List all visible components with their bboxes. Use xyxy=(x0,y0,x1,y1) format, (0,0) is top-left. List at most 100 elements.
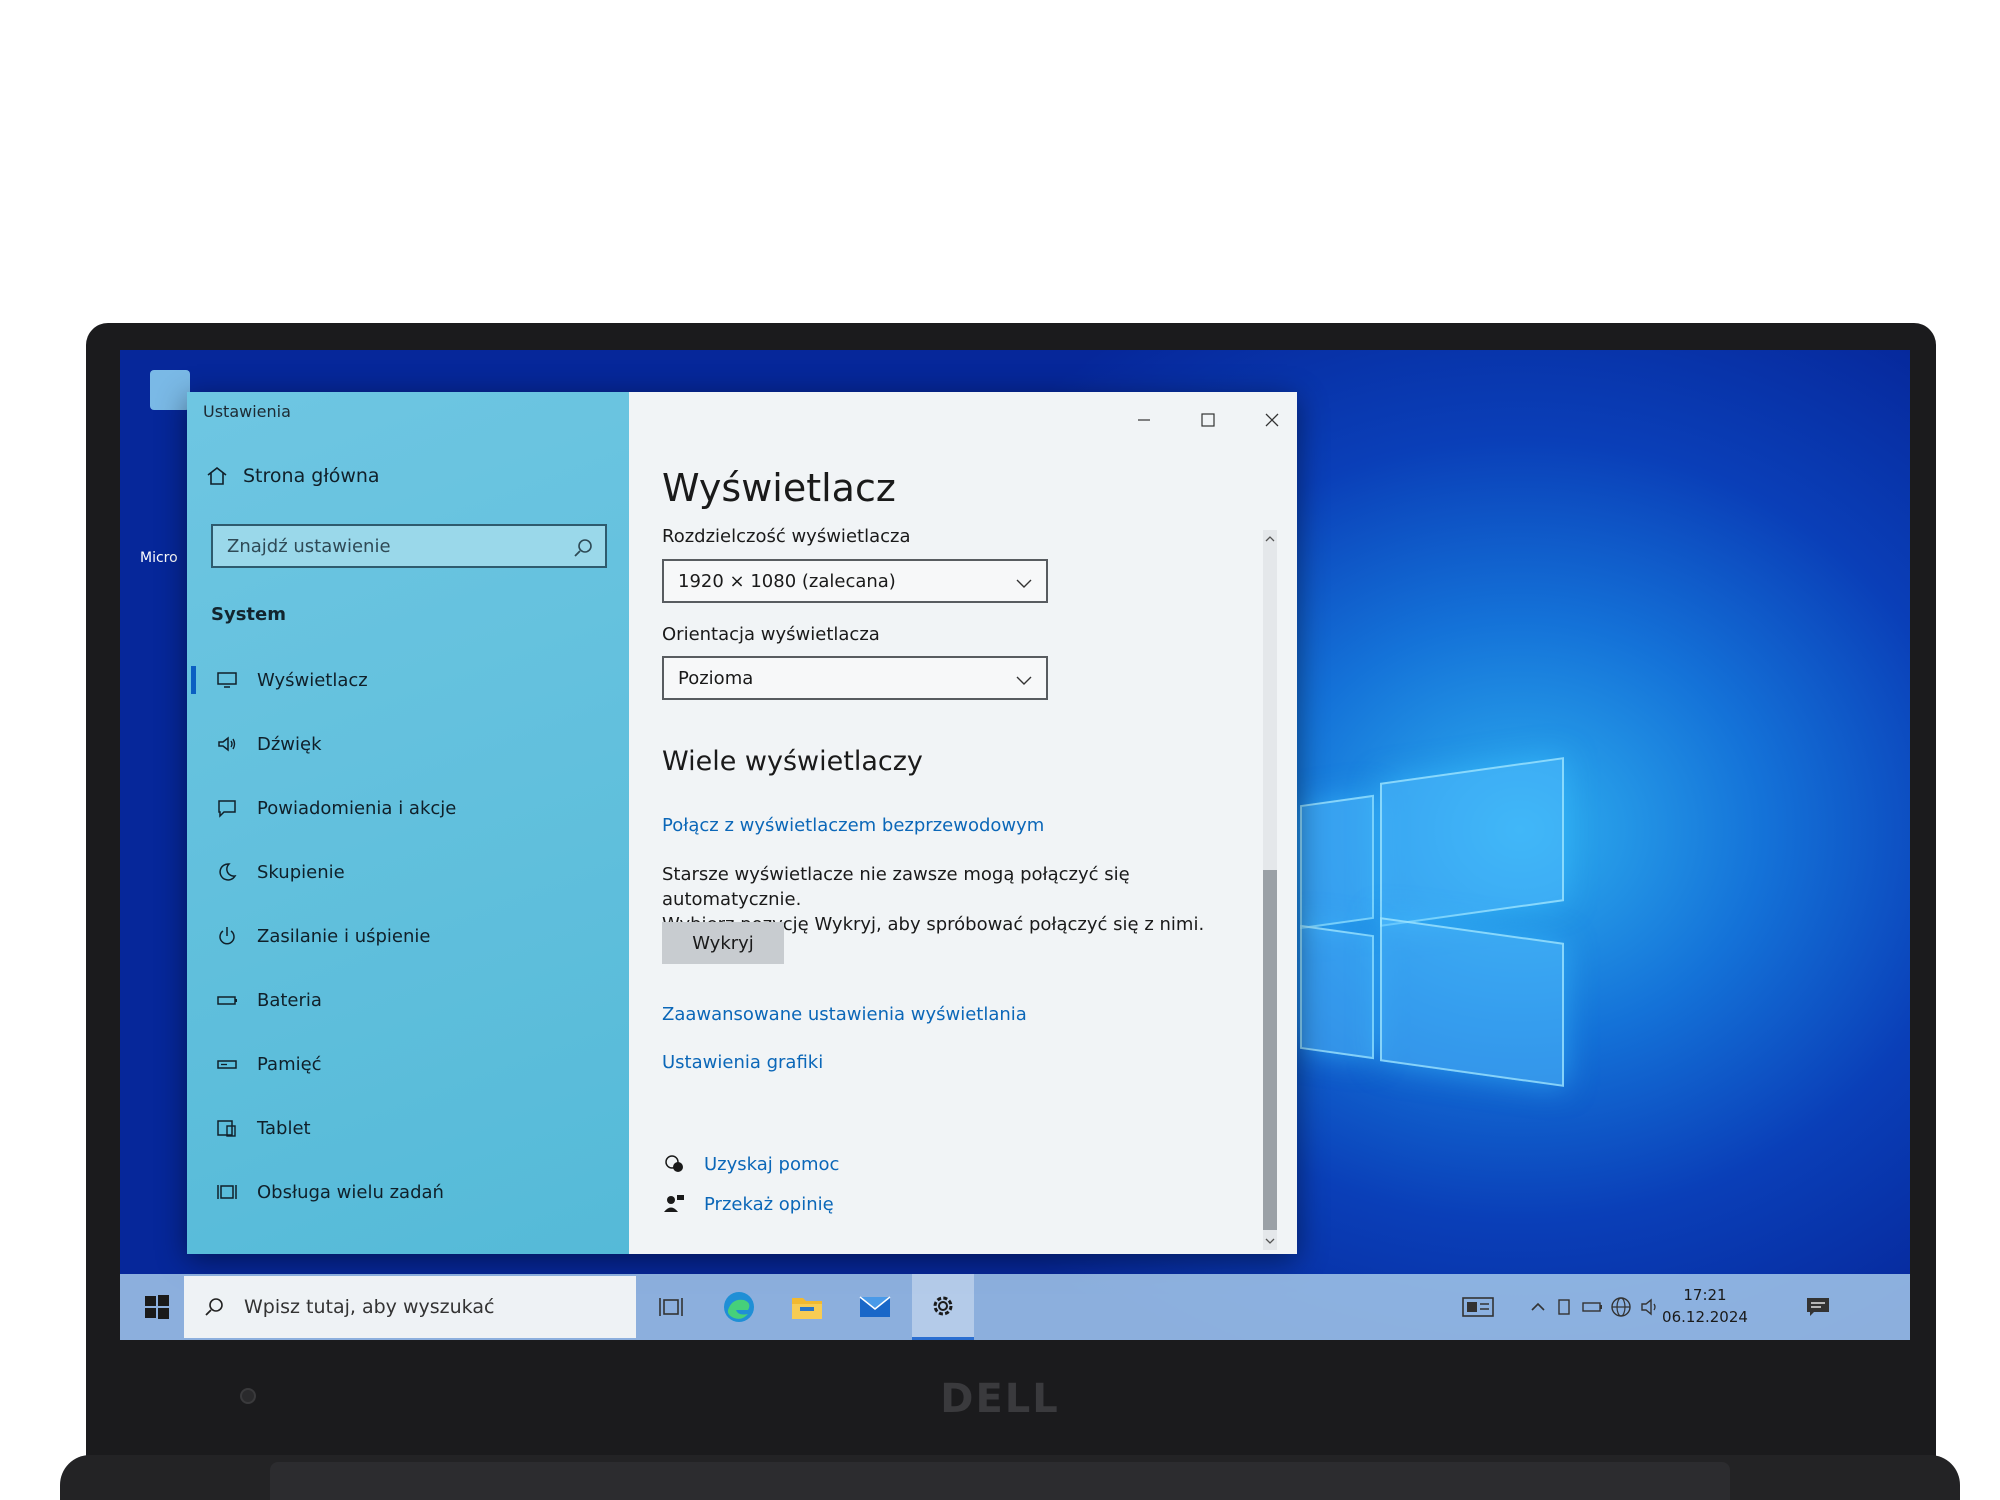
nav-item-label: Wyświetlacz xyxy=(257,669,368,691)
nav-item-label: Skupienie xyxy=(257,861,345,883)
settings-nav-pane: Ustawienia Strona główna System Wyświetl… xyxy=(187,392,629,1254)
settings-taskbar-button[interactable] xyxy=(912,1274,974,1340)
settings-nav-list: Wyświetlacz Dźwięk Powiadomienia i akcje… xyxy=(187,648,629,1224)
scroll-down-arrow[interactable] xyxy=(1263,1232,1277,1250)
nav-item-label: Obsługa wielu zadań xyxy=(257,1181,444,1203)
chevron-down-icon xyxy=(1016,579,1032,588)
maximize-icon xyxy=(1201,413,1215,427)
task-view-button[interactable] xyxy=(640,1274,702,1340)
close-icon xyxy=(1265,413,1279,427)
mail-icon xyxy=(859,1296,891,1317)
feedback-label: Przekaż opinię xyxy=(704,1193,834,1215)
resolution-dropdown[interactable]: 1920 × 1080 (zalecana) xyxy=(662,559,1048,603)
taskbar-search-box[interactable] xyxy=(184,1276,636,1338)
wireless-display-link[interactable]: Połącz z wyświetlaczem bezprzewodowym xyxy=(662,815,1044,836)
orientation-dropdown[interactable]: Pozioma xyxy=(662,656,1048,700)
laptop-hinge xyxy=(270,1462,1730,1500)
detect-button[interactable]: Wykryj xyxy=(662,922,784,964)
start-button[interactable] xyxy=(130,1274,184,1340)
task-view-icon xyxy=(659,1298,683,1316)
gear-icon xyxy=(933,1296,953,1315)
multi-display-heading: Wiele wyświetlaczy xyxy=(662,746,923,777)
edge-browser-button[interactable] xyxy=(708,1274,770,1340)
nav-item-label: Dźwięk xyxy=(257,733,322,755)
tray-device-button[interactable] xyxy=(1552,1294,1578,1320)
nav-item-display[interactable]: Wyświetlacz xyxy=(187,648,629,712)
nav-item-label: Zasilanie i uśpienie xyxy=(257,925,431,947)
battery-tray-button[interactable] xyxy=(1580,1294,1606,1320)
show-hidden-icons-button[interactable] xyxy=(1525,1294,1551,1320)
windows-start-icon xyxy=(145,1295,169,1319)
nav-item-notifications[interactable]: Powiadomienia i akcje xyxy=(187,776,629,840)
feedback-icon xyxy=(664,1195,684,1212)
folder-icon xyxy=(792,1298,822,1319)
settings-window: Ustawienia Strona główna System Wyświetl… xyxy=(187,392,1297,1254)
orientation-label: Orientacja wyświetlacza xyxy=(662,624,880,645)
battery-icon xyxy=(1582,1302,1602,1312)
network-tray-button[interactable] xyxy=(1608,1294,1634,1320)
close-button[interactable] xyxy=(1247,402,1297,438)
scroll-up-arrow[interactable] xyxy=(1263,530,1277,548)
nav-item-label: Tablet xyxy=(257,1117,311,1139)
scroll-thumb[interactable] xyxy=(1263,870,1277,1230)
nav-item-tablet[interactable]: Tablet xyxy=(187,1096,629,1160)
desktop-shortcut-label[interactable]: Micro xyxy=(140,550,180,580)
page-title: Wyświetlacz xyxy=(662,466,896,510)
recycle-bin-icon[interactable] xyxy=(150,370,190,410)
webcam-icon xyxy=(240,1388,256,1404)
desktop-screen: Micro Ustawienia Strona główna System Wy… xyxy=(120,350,1910,1340)
moon-icon xyxy=(219,863,237,881)
content-scrollbar[interactable] xyxy=(1263,530,1277,1250)
notification-icon xyxy=(218,800,236,818)
mail-button[interactable] xyxy=(844,1274,906,1340)
detect-text-line-1: Starsze wyświetlacze nie zawsze mogą poł… xyxy=(662,864,1130,910)
minimize-icon xyxy=(1138,419,1150,421)
nav-item-sound[interactable]: Dźwięk xyxy=(187,712,629,776)
nav-item-multitasking[interactable]: Obsługa wielu zadań xyxy=(187,1160,629,1224)
windows-logo-wallpaper xyxy=(1280,720,1680,1120)
device-icon xyxy=(1558,1299,1570,1315)
graphics-settings-link[interactable]: Ustawienia grafiki xyxy=(662,1052,823,1073)
search-icon xyxy=(205,1298,223,1316)
chevron-down-icon xyxy=(1265,1238,1275,1244)
settings-content-pane: Wyświetlacz Rozdzielczość wyświetlacza 1… xyxy=(629,392,1297,1254)
taskbar-clock[interactable]: 17:21 06.12.2024 xyxy=(1655,1284,1755,1328)
nav-item-storage[interactable]: Pamięć xyxy=(187,1032,629,1096)
section-title: System xyxy=(211,604,286,625)
clock-time: 17:21 xyxy=(1683,1286,1727,1304)
settings-search-input[interactable] xyxy=(225,534,569,558)
news-widget-button[interactable] xyxy=(1460,1294,1496,1320)
chevron-up-icon xyxy=(1531,1302,1545,1311)
advanced-display-link[interactable]: Zaawansowane ustawienia wyświetlania xyxy=(662,1004,1027,1025)
nav-item-focus[interactable]: Skupienie xyxy=(187,840,629,904)
speaker-icon xyxy=(218,736,236,752)
search-icon[interactable] xyxy=(571,536,595,560)
notification-icon xyxy=(1807,1298,1829,1316)
maximize-button[interactable] xyxy=(1183,402,1233,438)
clock-date: 06.12.2024 xyxy=(1662,1308,1748,1326)
multitasking-icon xyxy=(217,1185,237,1199)
home-link[interactable]: Strona główna xyxy=(205,464,380,488)
settings-search-box[interactable] xyxy=(211,524,607,568)
get-help-link[interactable]: Uzyskaj pomoc xyxy=(662,1152,839,1176)
resolution-value: 1920 × 1080 (zalecana) xyxy=(678,570,896,592)
resolution-label: Rozdzielczość wyświetlacza xyxy=(662,526,911,547)
window-title: Ustawienia xyxy=(203,402,291,421)
file-explorer-button[interactable] xyxy=(776,1274,838,1340)
nav-item-power[interactable]: Zasilanie i uśpienie xyxy=(187,904,629,968)
action-center-button[interactable] xyxy=(1805,1294,1831,1320)
edge-icon xyxy=(724,1292,754,1322)
nav-item-label: Bateria xyxy=(257,989,322,1011)
feedback-link[interactable]: Przekaż opinię xyxy=(662,1192,834,1216)
monitor-icon xyxy=(217,672,237,688)
chevron-down-icon xyxy=(1016,676,1032,685)
news-icon xyxy=(1462,1297,1494,1317)
nav-item-label: Pamięć xyxy=(257,1053,322,1075)
get-help-label: Uzyskaj pomoc xyxy=(704,1153,840,1175)
minimize-button[interactable] xyxy=(1119,402,1169,438)
home-label: Strona główna xyxy=(243,465,380,487)
nav-item-battery[interactable]: Bateria xyxy=(187,968,629,1032)
taskbar-search-input[interactable] xyxy=(242,1295,626,1319)
dell-logo: DELL xyxy=(940,1376,1060,1422)
storage-icon xyxy=(217,1060,237,1069)
